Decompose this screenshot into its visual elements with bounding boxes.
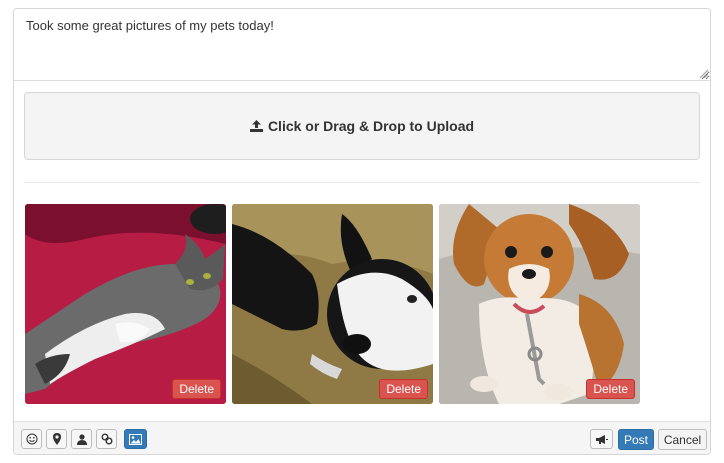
chihuahua-photo (439, 204, 640, 404)
resize-grip-icon[interactable] (699, 69, 708, 78)
announce-button[interactable] (590, 429, 613, 449)
location-button[interactable] (46, 429, 67, 449)
smiley-icon (26, 433, 37, 445)
delete-photo-button[interactable]: Delete (379, 379, 428, 399)
photo-thumbnail-chihuahua: Delete (439, 204, 640, 404)
map-pin-icon (52, 433, 61, 445)
composer-toolbar: Post Cancel (14, 421, 710, 454)
post-text-input[interactable]: Took some great pictures of my pets toda… (14, 9, 710, 81)
post-button[interactable]: Post (618, 429, 654, 450)
terrier-photo (232, 204, 433, 404)
link-icon (101, 433, 112, 445)
divider (24, 182, 700, 183)
link-button[interactable] (96, 429, 117, 449)
cancel-button[interactable]: Cancel (658, 429, 707, 450)
tag-person-button[interactable] (71, 429, 92, 449)
upload-dropzone[interactable]: Click or Drag & Drop to Upload (24, 92, 700, 160)
upload-icon (249, 120, 263, 132)
photo-thumbnail-cat: Delete (25, 204, 226, 404)
photo-thumbnail-terrier: Delete (232, 204, 433, 404)
image-icon (129, 433, 142, 445)
photo-button[interactable] (124, 429, 147, 449)
delete-photo-button[interactable]: Delete (586, 379, 635, 399)
megaphone-icon (596, 434, 608, 444)
emoji-button[interactable] (21, 429, 42, 449)
upload-label: Click or Drag & Drop to Upload (267, 118, 475, 134)
post-composer: Took some great pictures of my pets toda… (13, 8, 711, 455)
cat-photo (25, 204, 226, 404)
user-icon (76, 433, 87, 445)
delete-photo-button[interactable]: Delete (172, 379, 221, 399)
